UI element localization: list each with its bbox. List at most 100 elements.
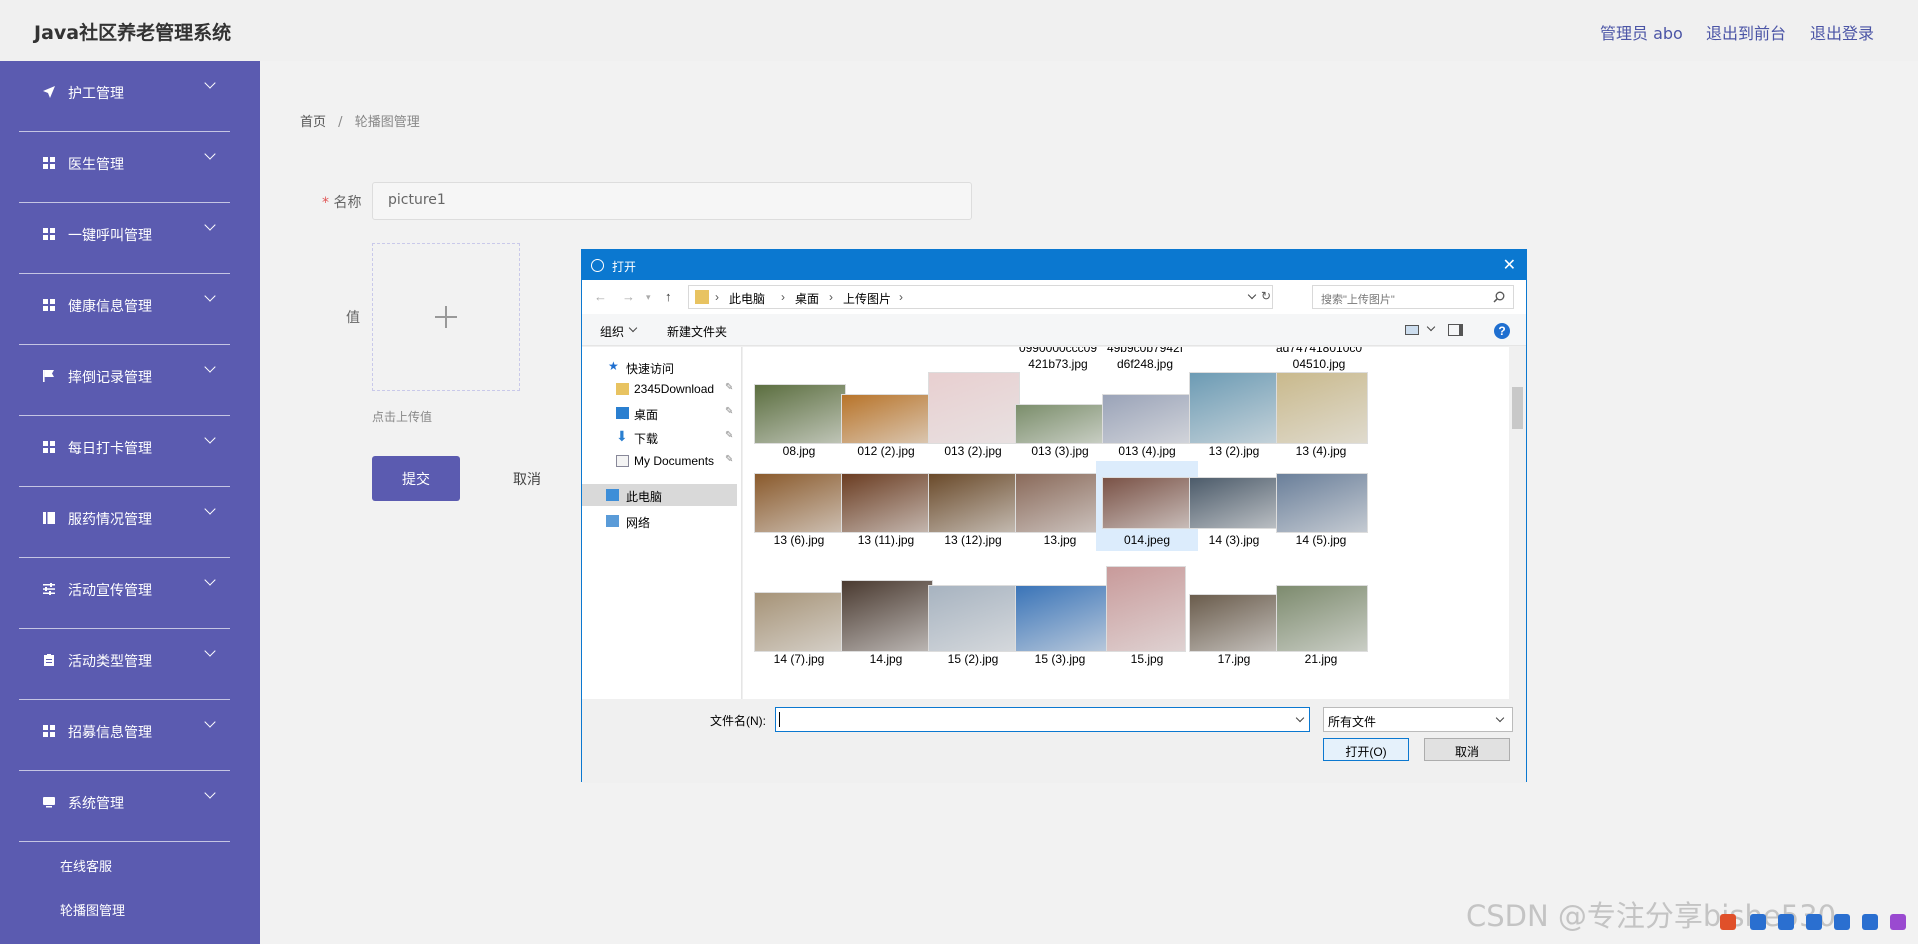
- sidebar-item-recruitment[interactable]: 招募信息管理: [19, 700, 230, 771]
- forward-arrow-icon[interactable]: →: [622, 289, 635, 304]
- sidebar-item-caregiver[interactable]: 护工管理: [19, 61, 230, 132]
- skin-icon[interactable]: [1862, 914, 1878, 930]
- logout-link[interactable]: 退出登录: [1810, 20, 1874, 44]
- file-list-scrollbar[interactable]: [1509, 347, 1526, 699]
- close-icon[interactable]: ✕: [1503, 255, 1516, 275]
- ime-logo-icon[interactable]: [1720, 914, 1736, 930]
- network-icon: [606, 515, 619, 527]
- sidebar-subitem-online-service[interactable]: 在线客服: [60, 856, 112, 875]
- pin-icon: ✎: [725, 382, 734, 393]
- sidebar-item-one-click-call[interactable]: 一键呼叫管理: [19, 203, 230, 274]
- clipboard-icon: [44, 654, 54, 666]
- sidebar-item-medication[interactable]: 服药情况管理: [19, 487, 230, 558]
- up-arrow-icon[interactable]: ↑: [665, 289, 672, 304]
- file-item[interactable]: 21.jpg: [1270, 580, 1372, 670]
- recent-dropdown-icon[interactable]: ▾: [646, 292, 651, 303]
- file-item[interactable]: 13 (4).jpg: [1270, 372, 1372, 462]
- nav-item-label: 网络: [626, 516, 651, 530]
- keyboard-icon[interactable]: [1834, 914, 1850, 930]
- view-dropdown-icon[interactable]: [1426, 322, 1436, 332]
- desktop-icon: [616, 407, 629, 419]
- search-input[interactable]: 搜索"上传图片": [1312, 285, 1514, 309]
- nav-item-desktop[interactable]: 桌面 ✎: [582, 402, 737, 424]
- search-icon: [1493, 291, 1505, 303]
- file-name-part: d6f248.jpg: [1116, 357, 1174, 371]
- view-options-icon[interactable]: [1405, 325, 1419, 335]
- help-icon[interactable]: ?: [1494, 323, 1510, 339]
- file-thumbnail: [1106, 566, 1186, 652]
- file-thumbnail: [1015, 473, 1107, 533]
- menu-grid-icon[interactable]: [1890, 914, 1906, 930]
- chevron-down-icon: [204, 361, 216, 373]
- filetype-select[interactable]: 所有文件: [1323, 707, 1513, 732]
- preview-pane-icon[interactable]: [1448, 324, 1463, 336]
- nav-item-quick-access[interactable]: ★ 快速访问: [582, 356, 737, 378]
- sidebar-item-doctor[interactable]: 医生管理: [19, 132, 230, 203]
- filename-dropdown-icon[interactable]: [1295, 713, 1305, 723]
- file-thumbnail: [754, 473, 846, 533]
- ime-toolbar: [1720, 909, 1912, 936]
- dialog-title-bar[interactable]: 打开 ✕: [582, 250, 1526, 280]
- sidebar-item-activity-promo[interactable]: 活动宣传管理: [19, 558, 230, 629]
- address-dropdown-icon[interactable]: [1247, 290, 1257, 300]
- nav-item-my-documents[interactable]: My Documents ✎: [582, 450, 737, 472]
- back-arrow-icon[interactable]: ←: [594, 289, 607, 304]
- file-open-dialog: 打开 ✕ ← → ▾ ↑ › 此电脑 › 桌面 › 上传图片 › ↻ 搜索"上传…: [581, 249, 1527, 783]
- sidebar-subitem-carousel[interactable]: 轮播图管理: [60, 900, 125, 919]
- file-item[interactable]: 14 (5).jpg: [1270, 461, 1372, 551]
- sidebar-item-daily-checkin[interactable]: 每日打卡管理: [19, 416, 230, 487]
- organize-button[interactable]: 组织: [600, 323, 624, 340]
- chevron-down-icon: [204, 716, 216, 728]
- file-name-part: ad747418010c0: [1275, 347, 1363, 355]
- file-thumbnail: [1276, 372, 1368, 444]
- new-folder-button[interactable]: 新建文件夹: [667, 323, 727, 340]
- filename-label: 文件名(N):: [710, 714, 766, 728]
- nav-item-this-pc[interactable]: 此电脑: [582, 484, 737, 506]
- ime-punct-icon[interactable]: [1778, 914, 1794, 930]
- sidebar-item-fall-records[interactable]: 摔倒记录管理: [19, 345, 230, 416]
- image-upload-box[interactable]: [372, 243, 520, 391]
- pin-icon: ✎: [725, 454, 734, 465]
- breadcrumb-home[interactable]: 首页: [300, 115, 326, 130]
- sidebar-item-label: 健康信息管理: [68, 299, 152, 315]
- send-icon: [43, 86, 55, 98]
- name-input[interactable]: picture1: [372, 182, 972, 220]
- nav-item-2345download[interactable]: 2345Download ✎: [582, 378, 737, 400]
- nav-item-label: 下载: [634, 432, 659, 446]
- file-name-part: 49b9c0b7942f: [1106, 347, 1184, 355]
- sidebar-item-label: 招募信息管理: [68, 725, 152, 741]
- file-thumbnail: [754, 384, 846, 444]
- pin-icon: ✎: [725, 406, 734, 417]
- sidebar-item-activity-type[interactable]: 活动类型管理: [19, 629, 230, 700]
- address-bar[interactable]: › 此电脑 › 桌面 › 上传图片 › ↻: [688, 285, 1273, 309]
- nav-item-label: 快速访问: [626, 362, 675, 376]
- sidebar-item-system[interactable]: 系统管理: [19, 771, 230, 842]
- exit-to-frontend-link[interactable]: 退出到前台: [1706, 20, 1786, 44]
- scrollbar-thumb[interactable]: [1512, 387, 1523, 429]
- submit-button[interactable]: 提交: [372, 456, 460, 501]
- path-segment-desktop[interactable]: 桌面: [795, 290, 819, 307]
- file-partial-1[interactable]: 0990000ccc09 421b73.jpg: [1013, 347, 1103, 372]
- open-button[interactable]: 打开(O): [1323, 738, 1409, 761]
- file-partial-2[interactable]: 49b9c0b7942f d6f248.jpg: [1100, 347, 1190, 372]
- filename-input[interactable]: [775, 707, 1310, 732]
- dialog-title: 打开: [612, 260, 637, 274]
- admin-user-link[interactable]: 管理员 abo: [1600, 20, 1683, 44]
- microphone-icon[interactable]: [1806, 914, 1822, 930]
- refresh-icon[interactable]: ↻: [1261, 289, 1271, 303]
- file-thumbnail: [1102, 394, 1194, 444]
- nav-item-downloads[interactable]: ⬇ 下载 ✎: [582, 426, 737, 448]
- address-row: ← → ▾ ↑ › 此电脑 › 桌面 › 上传图片 › ↻ 搜索"上传图片": [582, 280, 1526, 314]
- path-segment-pc[interactable]: 此电脑: [729, 290, 765, 307]
- dialog-cancel-button[interactable]: 取消: [1424, 738, 1510, 761]
- required-mark: *: [322, 195, 329, 211]
- chevron-down-icon: [204, 503, 216, 515]
- file-partial-3[interactable]: ad747418010c0 04510.jpg: [1274, 347, 1364, 372]
- upload-hint: 点击上传值: [372, 410, 433, 424]
- nav-item-network[interactable]: 网络: [582, 510, 737, 532]
- path-segment-folder[interactable]: 上传图片: [843, 290, 891, 307]
- ime-lang-icon[interactable]: [1750, 914, 1766, 930]
- sidebar-item-health-info[interactable]: 健康信息管理: [19, 274, 230, 345]
- path-separator: ›: [715, 290, 719, 304]
- cancel-button[interactable]: 取消: [486, 456, 568, 501]
